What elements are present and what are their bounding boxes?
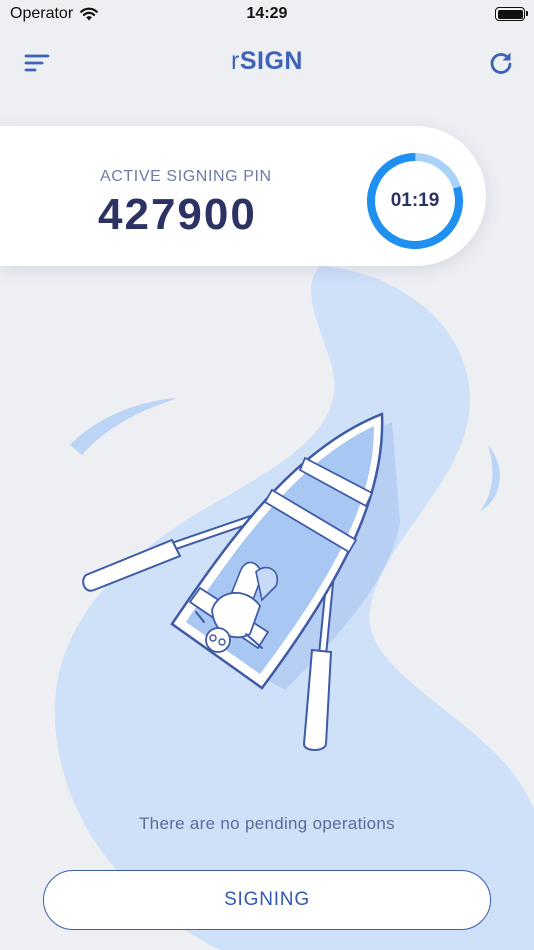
nav-bar: rSIGN — [0, 38, 534, 88]
refresh-button[interactable] — [486, 48, 516, 78]
app-title-main: SIGN — [239, 47, 303, 75]
pin-card: ACTIVE SIGNING PIN 427900 01:19 — [0, 126, 486, 266]
countdown-timer: 01:19 — [366, 152, 464, 250]
status-time: 14:29 — [246, 5, 288, 22]
boat-illustration — [54, 266, 534, 950]
signing-button[interactable]: SIGNING — [43, 870, 491, 930]
app-title-prefix: r — [231, 47, 240, 75]
pin-value: 427900 — [98, 190, 257, 239]
status-bar: Operator 14:29 — [0, 0, 534, 30]
timer-text: 01:19 — [390, 190, 440, 211]
app-title: rSIGN — [0, 47, 534, 76]
battery-icon — [495, 7, 528, 21]
pin-label: ACTIVE SIGNING PIN — [100, 168, 272, 185]
empty-state-message: There are no pending operations — [139, 814, 395, 833]
refresh-icon — [490, 52, 512, 74]
